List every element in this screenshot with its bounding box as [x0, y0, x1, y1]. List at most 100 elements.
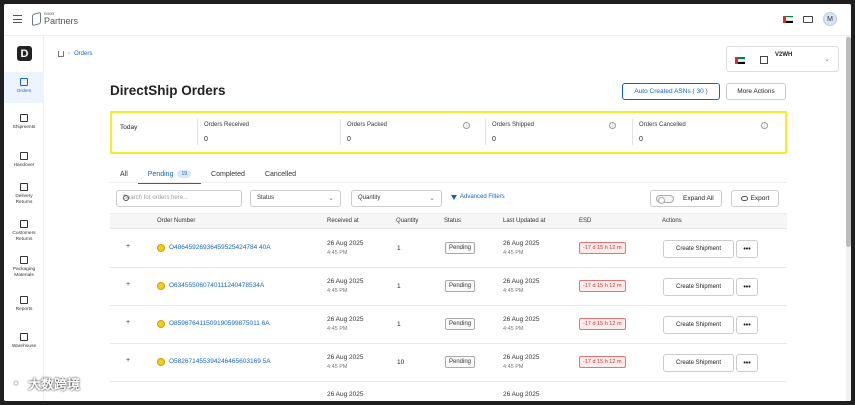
stat-value: 0: [492, 136, 496, 143]
chevron-down-icon: ⌄: [824, 56, 830, 63]
expand-row-button[interactable]: +: [126, 357, 130, 364]
noon-partners-logo[interactable]: noon Partners: [32, 11, 78, 26]
info-icon[interactable]: i: [761, 122, 768, 129]
expand-row-button[interactable]: +: [126, 319, 130, 326]
order-source-icon: [157, 282, 165, 290]
sidebar-item-label: Handover: [13, 163, 35, 168]
sidebar-item-label: Shipments: [12, 125, 36, 130]
warehouse-name: V2WH: [775, 52, 793, 58]
user-avatar[interactable]: M: [823, 12, 837, 26]
order-number-link[interactable]: O859676411509190599875011 6A: [169, 320, 270, 327]
sidebar-item-label: Customers Returns: [12, 231, 36, 242]
row-more-button[interactable]: •••: [736, 278, 758, 296]
table-row: + O582671455394246465603169 5A 26 Aug 20…: [110, 344, 787, 382]
mail-icon[interactable]: [803, 15, 813, 23]
more-actions-button[interactable]: More Actions: [726, 83, 786, 100]
updated-date: 26 Aug 2025: [503, 240, 540, 247]
quantity-filter-select[interactable]: Quantity ⌄: [351, 190, 442, 207]
info-icon[interactable]: i: [463, 122, 470, 129]
breadcrumb-current[interactable]: Orders: [74, 51, 92, 57]
delivery-returns-icon: [20, 183, 28, 191]
row-more-button[interactable]: •••: [736, 240, 758, 258]
order-number-link[interactable]: O582671455394246465603169 5A: [169, 358, 271, 365]
table-row: 26 Aug 2025 26 Aug 2025: [110, 382, 787, 401]
stat-value: 0: [639, 136, 643, 143]
received-date: 26 Aug 2025: [327, 240, 364, 247]
status-badge: Pending: [445, 280, 476, 292]
status-filter-select[interactable]: Status ⌄: [250, 190, 341, 207]
updated-time: 4:45 PM: [503, 364, 524, 371]
last-updated-at: 26 Aug 2025: [503, 390, 540, 400]
last-updated-at: 26 Aug 2025 4:45 PM: [503, 277, 540, 296]
stat-orders-shipped: Orders Shipped 0 i: [492, 119, 622, 147]
stats-period: Today: [120, 124, 138, 131]
updated-date: 26 Aug 2025: [503, 354, 540, 361]
last-updated-at: 26 Aug 2025 4:45 PM: [503, 239, 540, 258]
updated-date: 26 Aug 2025: [503, 316, 540, 323]
esd-badge: -17 d 15 h 12 m: [579, 242, 626, 254]
order-source-icon: [157, 358, 165, 366]
truck-icon: [20, 114, 28, 122]
sidebar-item-delivery-returns[interactable]: Delivery Returns: [4, 183, 44, 206]
row-more-button[interactable]: •••: [736, 354, 758, 372]
quantity: 1: [397, 245, 401, 252]
stat-orders-cancelled: Orders Cancelled 0 i: [639, 119, 779, 147]
updated-time: 4:45 PM: [503, 326, 524, 333]
sidebar: D Orders Shipments Handover Delivery Ret…: [4, 36, 44, 401]
esd-badge: -17 d 15 h 12 m: [579, 356, 626, 368]
sidebar-item-label: Orders: [16, 89, 32, 94]
reports-icon: [20, 296, 28, 304]
table-row: + O859676411509190599875011 6A 26 Aug 20…: [110, 306, 787, 344]
received-at: 26 Aug 2025 4:45 PM: [327, 315, 364, 334]
column-header: Actions: [662, 218, 682, 224]
expand-row-button[interactable]: +: [126, 281, 130, 288]
tab-label: Pending: [147, 170, 174, 178]
order-number-link[interactable]: O634555060740111240478534A: [169, 282, 264, 289]
create-shipment-button[interactable]: Create Shipment: [663, 240, 734, 258]
order-number-link[interactable]: O48645926936459525424784 40A: [169, 244, 271, 251]
sidebar-item-packaging-materials[interactable]: Packaging Materials: [4, 256, 44, 279]
directship-logo[interactable]: D: [17, 46, 32, 61]
today-stats-panel: Today Orders Received 0 Orders Packed 0 …: [110, 111, 787, 154]
warehouse-selector[interactable]: V2WH ⌄: [726, 46, 839, 72]
updated-time: 4:45 PM: [503, 288, 524, 295]
stat-orders-received: Orders Received 0: [204, 119, 338, 147]
auto-created-asns-button[interactable]: Auto Created ASNs ( 30 ): [622, 83, 720, 100]
cloud-download-icon: [740, 196, 748, 201]
search-input[interactable]: Search for orders here...: [116, 190, 242, 207]
sidebar-item-orders[interactable]: Orders: [4, 72, 44, 103]
info-icon[interactable]: i: [609, 122, 616, 129]
received-time: 4:45 PM: [327, 364, 348, 371]
sidebar-item-reports[interactable]: Reports: [4, 296, 44, 313]
received-at: 26 Aug 2025 4:45 PM: [327, 239, 364, 258]
app-window: noon Partners M D Orders Shipments Hando…: [4, 4, 851, 401]
sidebar-item-label: Reports: [15, 307, 33, 312]
uae-flag-icon[interactable]: [783, 15, 793, 23]
home-icon[interactable]: [58, 51, 64, 57]
advanced-filters-link[interactable]: Advanced Filters: [451, 194, 505, 200]
row-more-button[interactable]: •••: [736, 316, 758, 334]
toggle-switch[interactable]: [656, 195, 674, 204]
create-shipment-button[interactable]: Create Shipment: [663, 316, 734, 334]
menu-icon[interactable]: [13, 15, 22, 23]
create-shipment-button[interactable]: Create Shipment: [663, 278, 734, 296]
expand-all-toggle[interactable]: Expand All: [650, 190, 722, 207]
pending-count-badge: 19: [177, 170, 192, 178]
sidebar-item-customers-returns[interactable]: Customers Returns: [4, 220, 44, 243]
customer-returns-icon: [20, 220, 28, 228]
scrollbar-thumb[interactable]: [846, 37, 851, 247]
received-date: 26 Aug 2025: [327, 354, 364, 361]
divider: [485, 119, 486, 145]
logo-mark-icon: [32, 11, 41, 26]
sidebar-item-handover[interactable]: Handover: [4, 152, 44, 169]
stat-value: 0: [347, 136, 351, 143]
export-label: Export: [750, 195, 770, 202]
sidebar-item-shipments[interactable]: Shipments: [4, 114, 44, 131]
create-shipment-button[interactable]: Create Shipment: [663, 354, 734, 372]
breadcrumb-separator: ›: [68, 51, 70, 57]
column-header: Order Number: [157, 218, 196, 224]
expand-row-button[interactable]: +: [126, 243, 130, 250]
sidebar-item-warehouse[interactable]: Warehouse: [4, 333, 44, 350]
tabs-underline: [110, 182, 787, 183]
export-button[interactable]: Export: [731, 190, 779, 207]
